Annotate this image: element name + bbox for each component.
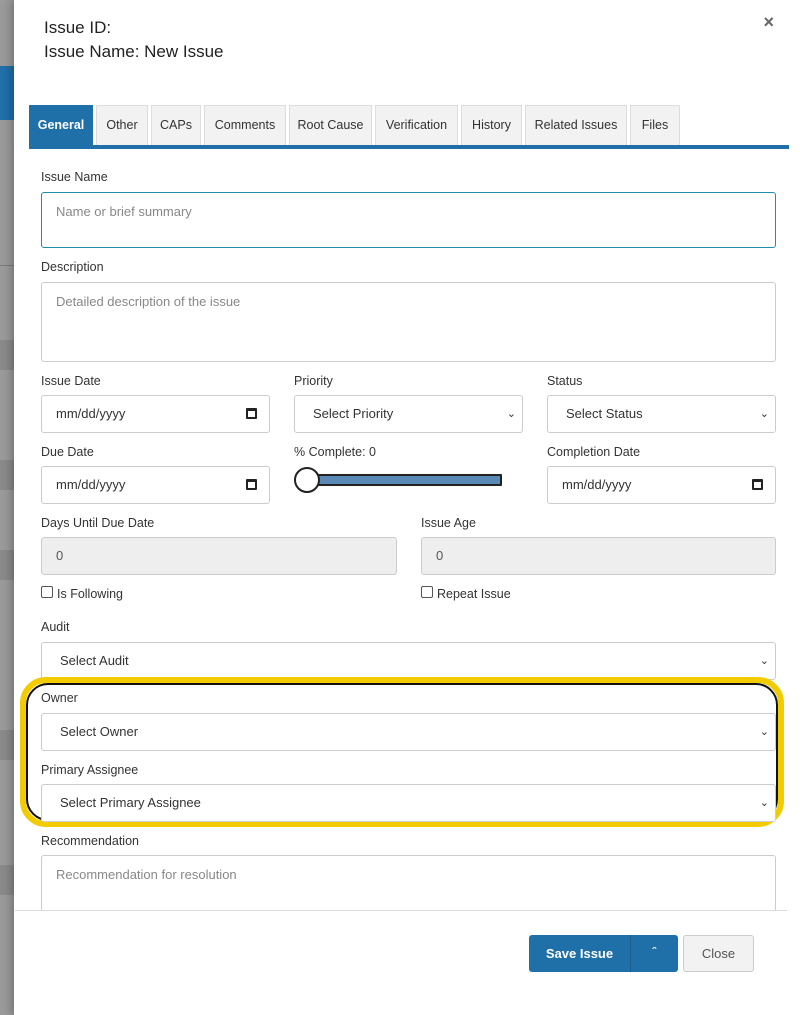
chevron-up-icon: ˆ <box>652 944 657 960</box>
is-following-checkbox[interactable] <box>41 586 53 598</box>
owner-label: Owner <box>41 691 78 705</box>
due-date-value: mm/dd/yyyy <box>56 477 126 492</box>
background-app <box>0 0 14 1015</box>
priority-select[interactable]: Select Priority ⌄ <box>294 395 523 433</box>
tab-root-cause[interactable]: Root Cause <box>289 105 372 145</box>
issue-name-label: Issue Name <box>41 170 108 184</box>
tab-related-issues[interactable]: Related Issues <box>525 105 627 145</box>
days-until-due-label: Days Until Due Date <box>41 516 155 530</box>
audit-value: Select Audit <box>60 653 129 668</box>
recommendation-label: Recommendation <box>41 834 139 848</box>
close-button[interactable]: Close <box>683 935 754 972</box>
tab-verification[interactable]: Verification <box>375 105 458 145</box>
primary-assignee-value: Select Primary Assignee <box>60 795 201 810</box>
status-label: Status <box>547 374 583 388</box>
tab-comments[interactable]: Comments <box>204 105 286 145</box>
issue-age-label: Issue Age <box>421 516 476 530</box>
close-icon[interactable]: × <box>763 12 774 33</box>
background-row <box>0 265 14 266</box>
tab-files[interactable]: Files <box>630 105 680 145</box>
description-textarea[interactable]: Detailed description of the issue <box>41 282 776 362</box>
completion-date-value: mm/dd/yyyy <box>562 477 632 492</box>
percent-complete-label: % Complete: 0 <box>294 445 376 459</box>
calendar-icon[interactable] <box>246 479 257 490</box>
chevron-down-icon: ⌄ <box>759 797 769 809</box>
background-header-band <box>0 66 14 120</box>
footer-divider <box>15 910 787 911</box>
background-row <box>0 340 14 370</box>
calendar-icon[interactable] <box>752 479 763 490</box>
priority-value: Select Priority <box>313 406 394 421</box>
tab-caps[interactable]: CAPs <box>151 105 201 145</box>
due-date-input[interactable]: mm/dd/yyyy <box>41 466 270 504</box>
issue-name-input[interactable]: Name or brief summary <box>41 192 776 248</box>
tab-general[interactable]: General <box>29 105 93 145</box>
save-options-button[interactable]: ˆ <box>630 935 678 972</box>
primary-assignee-select[interactable]: Select Primary Assignee ⌄ <box>41 784 776 822</box>
issue-age-field: 0 <box>421 537 776 575</box>
tab-bar: General Other CAPs Comments Root Cause V… <box>29 105 789 149</box>
status-select[interactable]: Select Status ⌄ <box>547 395 776 433</box>
background-row <box>0 730 14 760</box>
slider-handle[interactable] <box>294 467 320 493</box>
chevron-down-icon: ⌄ <box>759 408 769 420</box>
primary-assignee-label: Primary Assignee <box>41 763 139 777</box>
days-until-due-field: 0 <box>41 537 397 575</box>
status-value: Select Status <box>566 406 643 421</box>
chevron-down-icon: ⌄ <box>759 655 769 667</box>
issue-date-input[interactable]: mm/dd/yyyy <box>41 395 270 433</box>
recommendation-textarea[interactable]: Recommendation for resolution <box>41 855 776 910</box>
issue-name-label: Issue Name: New Issue <box>44 42 224 61</box>
audit-select[interactable]: Select Audit ⌄ <box>41 642 776 680</box>
owner-select[interactable]: Select Owner ⌄ <box>41 713 776 751</box>
modal-header: Issue ID: Issue Name: New Issue <box>44 16 224 64</box>
repeat-issue-label: Repeat Issue <box>437 587 511 601</box>
completion-date-label: Completion Date <box>547 445 641 459</box>
owner-value: Select Owner <box>60 724 139 739</box>
save-issue-button[interactable]: Save Issue <box>529 935 630 972</box>
repeat-issue-checkbox[interactable] <box>421 586 433 598</box>
issue-id-label: Issue ID: <box>44 18 112 37</box>
completion-date-input[interactable]: mm/dd/yyyy <box>547 466 776 504</box>
chevron-down-icon: ⌄ <box>506 408 516 420</box>
description-label: Description <box>41 260 104 274</box>
priority-label: Priority <box>294 374 333 388</box>
calendar-icon[interactable] <box>246 408 257 419</box>
background-row <box>0 865 14 895</box>
background-row <box>0 550 14 580</box>
audit-label: Audit <box>41 620 70 634</box>
tab-other[interactable]: Other <box>96 105 148 145</box>
background-row <box>0 460 14 490</box>
chevron-down-icon: ⌄ <box>759 726 769 738</box>
percent-complete-slider[interactable] <box>296 474 502 486</box>
is-following-label: Is Following <box>57 587 123 601</box>
issue-date-label: Issue Date <box>41 374 101 388</box>
issue-date-value: mm/dd/yyyy <box>56 406 126 421</box>
tab-history[interactable]: History <box>461 105 522 145</box>
due-date-label: Due Date <box>41 445 94 459</box>
